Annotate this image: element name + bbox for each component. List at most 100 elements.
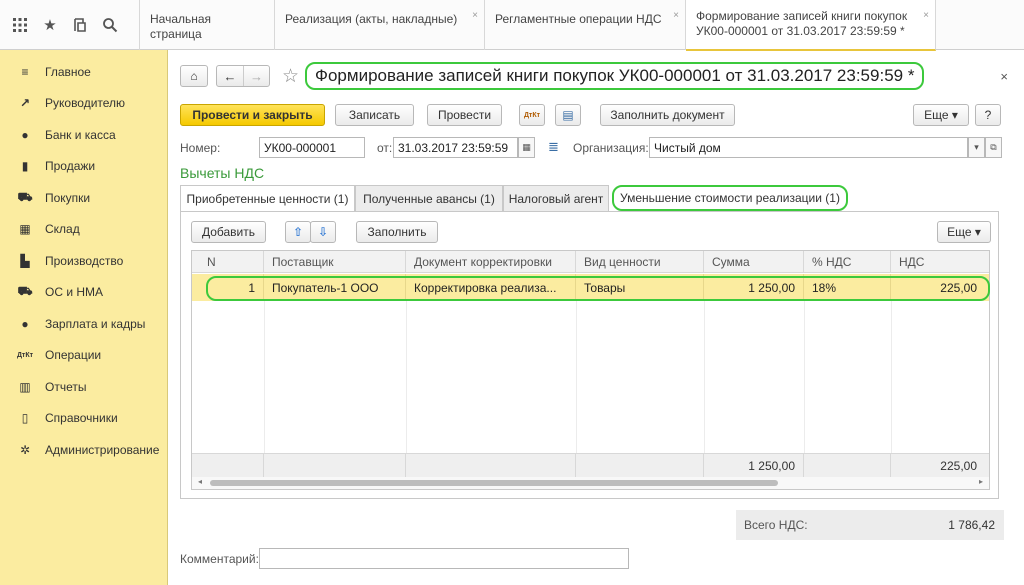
table-header: N Поставщик Документ корректировки Вид ц… bbox=[192, 251, 989, 273]
close-icon[interactable]: × bbox=[923, 8, 929, 23]
column-header-supplier[interactable]: Поставщик bbox=[264, 251, 406, 273]
tab-label: Формирование записей книги покупок bbox=[696, 9, 908, 23]
sidebar-item-label: Отчеты bbox=[45, 379, 87, 394]
cart-icon: ⛟ bbox=[17, 189, 33, 204]
forward-button[interactable]: → bbox=[243, 66, 269, 86]
header-fields: Номер: УК00-000001 от: 31.03.2017 23:59:… bbox=[180, 137, 1004, 159]
sidebar-item-bank[interactable]: ● Банк и касса bbox=[0, 119, 167, 151]
add-button[interactable]: Добавить bbox=[191, 221, 266, 243]
horizontal-scrollbar[interactable]: ◂ ▸ bbox=[192, 477, 989, 489]
comment-label: Комментарий: bbox=[180, 552, 259, 566]
organization-label: Организация: bbox=[573, 141, 649, 155]
fill-document-button[interactable]: Заполнить документ bbox=[600, 104, 735, 126]
open-icon[interactable]: ⧉ bbox=[985, 137, 1002, 158]
sidebar-item-label: Склад bbox=[45, 222, 80, 237]
favorite-star-icon[interactable]: ☆ bbox=[282, 65, 299, 88]
column-header-n[interactable]: N bbox=[192, 251, 264, 273]
tab-sales-docs[interactable]: Реализация (акты, накладные) × bbox=[275, 0, 485, 50]
star-icon[interactable]: ★ bbox=[40, 15, 60, 35]
person-icon: ● bbox=[21, 316, 29, 331]
move-down-button[interactable]: ⇩ bbox=[310, 221, 336, 243]
sidebar-item-operations[interactable]: ДтКт Операции bbox=[0, 340, 167, 372]
panel-more-button[interactable]: Еще ▾ bbox=[937, 221, 991, 243]
sidebar-item-production[interactable]: ▙ Производство bbox=[0, 245, 167, 277]
scroll-left-icon[interactable]: ◂ bbox=[198, 477, 202, 486]
sidebar-item-admin[interactable]: ✲ Администрирование bbox=[0, 434, 167, 466]
move-up-button[interactable]: ⇧ bbox=[285, 221, 311, 243]
sidebar-item-label: Справочники bbox=[45, 411, 118, 426]
number-field[interactable]: УК00-000001 bbox=[259, 137, 365, 158]
column-header-document[interactable]: Документ корректировки bbox=[406, 251, 576, 273]
footer-vat: 225,00 bbox=[940, 459, 977, 473]
top-bar: ★ Начальная страница Реализация (акты, н… bbox=[0, 0, 1024, 51]
dtkt-button[interactable]: ДтКт bbox=[519, 104, 545, 126]
nav-buttons: ← → bbox=[216, 65, 270, 87]
sidebar-item-warehouse[interactable]: ▦ Склад bbox=[0, 214, 167, 246]
post-and-close-button[interactable]: Провести и закрыть bbox=[180, 104, 325, 126]
sidebar-item-label: Операции bbox=[45, 348, 102, 363]
sidebar-item-label: Банк и касса bbox=[45, 127, 116, 142]
close-icon[interactable]: × bbox=[472, 8, 478, 23]
sidebar-item-label: Руководителю bbox=[45, 96, 126, 111]
sidebar-item-label: Зарплата и кадры bbox=[45, 316, 146, 331]
calendar-icon[interactable]: ▦ bbox=[518, 137, 535, 158]
sidebar-item-label: Администрирование bbox=[45, 442, 160, 457]
column-header-kind[interactable]: Вид ценности bbox=[576, 251, 704, 273]
column-header-rate[interactable]: % НДС bbox=[804, 251, 891, 273]
bar-chart-icon: ▥ bbox=[19, 379, 31, 394]
tab-label: Реализация (акты, накладные) bbox=[285, 12, 458, 26]
scrollbar-thumb[interactable] bbox=[210, 480, 778, 486]
factory-icon: ▙ bbox=[20, 253, 30, 268]
inner-tabs: Приобретенные ценности (1) Полученные ав… bbox=[180, 185, 1004, 211]
tab-home[interactable]: Начальная страница bbox=[140, 0, 275, 50]
help-button[interactable]: ? bbox=[975, 104, 1001, 126]
tab-label-2: УК00-000001 от 31.03.2017 23:59:59 * bbox=[696, 24, 905, 38]
tab-panel: Добавить ⇧ ⇩ Заполнить Еще ▾ N Поставщик… bbox=[180, 211, 999, 499]
sidebar-item-assets[interactable]: ⛟ ОС и НМА bbox=[0, 277, 167, 309]
menu-icon: ≡ bbox=[21, 64, 29, 79]
back-button[interactable]: ← bbox=[217, 66, 243, 86]
search-icon[interactable] bbox=[100, 15, 120, 35]
sidebar-item-main[interactable]: ≡ Главное bbox=[0, 56, 167, 88]
book-icon: ▯ bbox=[21, 411, 29, 426]
sidebar-item-directories[interactable]: ▯ Справочники bbox=[0, 403, 167, 435]
close-icon[interactable]: × bbox=[1000, 69, 1008, 84]
tab-received-advances[interactable]: Полученные авансы (1) bbox=[355, 185, 503, 211]
date-label: от: bbox=[377, 141, 393, 155]
post-button[interactable]: Провести bbox=[427, 104, 502, 126]
tab-purchase-book[interactable]: Формирование записей книги покупок УК00-… bbox=[686, 0, 936, 51]
tab-vat-operations[interactable]: Регламентные операции НДС × bbox=[485, 0, 686, 50]
close-icon[interactable]: × bbox=[673, 8, 679, 23]
column-header-sum[interactable]: Сумма bbox=[704, 251, 804, 273]
home-button[interactable]: ⌂ bbox=[180, 65, 208, 87]
bag-icon: ▮ bbox=[21, 159, 29, 174]
sidebar-item-reports[interactable]: ▥ Отчеты bbox=[0, 371, 167, 403]
list-icon[interactable]: ≣ bbox=[548, 139, 559, 155]
sidebar-item-salary[interactable]: ● Зарплата и кадры bbox=[0, 308, 167, 340]
history-icon[interactable] bbox=[70, 15, 90, 35]
column-header-vat[interactable]: НДС bbox=[891, 251, 989, 273]
date-field[interactable]: 31.03.2017 23:59:59 bbox=[393, 137, 518, 158]
sidebar-item-purchases[interactable]: ⛟ Покупки bbox=[0, 182, 167, 214]
chevron-down-icon[interactable]: ▾ bbox=[968, 137, 985, 158]
sidebar: ≡ Главное ↗ Руководителю ● Банк и касса ▮ Пр… bbox=[0, 50, 168, 585]
sidebar-item-label: ОС и НМА bbox=[45, 285, 104, 300]
truck-icon: ⛟ bbox=[17, 284, 33, 299]
tab-acquired-values[interactable]: Приобретенные ценности (1) bbox=[180, 185, 355, 211]
sidebar-item-sales[interactable]: ▮ Продажи bbox=[0, 151, 167, 183]
sidebar-item-label: Производство bbox=[45, 253, 124, 268]
apps-icon[interactable] bbox=[10, 15, 30, 35]
dtkt-icon: ДтКт bbox=[16, 351, 34, 359]
fill-button[interactable]: Заполнить bbox=[356, 221, 438, 243]
save-button[interactable]: Записать bbox=[335, 104, 414, 126]
scroll-right-icon[interactable]: ▸ bbox=[979, 477, 983, 486]
report-button[interactable]: ▤ bbox=[555, 104, 581, 126]
sidebar-item-manager[interactable]: ↗ Руководителю bbox=[0, 88, 167, 120]
organization-field[interactable]: Чистый дом bbox=[649, 137, 968, 158]
tab-tax-agent[interactable]: Налоговый агент bbox=[503, 185, 609, 211]
trend-icon: ↗ bbox=[19, 96, 31, 111]
tab-sales-cost-reduction[interactable]: Уменьшение стоимости реализации (1) bbox=[612, 185, 848, 211]
total-vat: Всего НДС: 1 786,42 bbox=[736, 510, 1004, 540]
more-button[interactable]: Еще ▾ bbox=[913, 104, 969, 126]
comment-field[interactable] bbox=[259, 548, 629, 569]
